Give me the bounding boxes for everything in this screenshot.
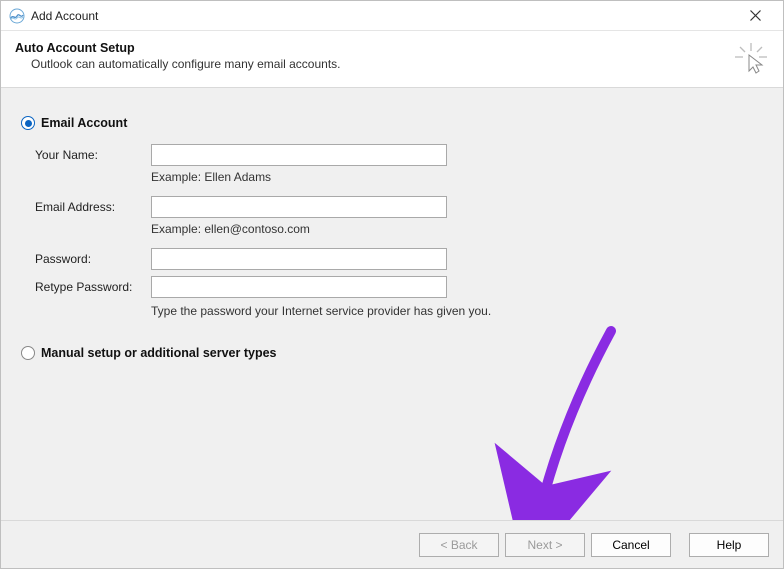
back-button[interactable]: < Back [419, 533, 499, 557]
help-button[interactable]: Help [689, 533, 769, 557]
wizard-header: Auto Account Setup Outlook can automatic… [1, 31, 783, 88]
your-name-example: Example: Ellen Adams [151, 170, 763, 184]
your-name-input[interactable] [151, 144, 447, 166]
wizard-footer: < Back Next > Cancel Help [1, 520, 783, 568]
retype-password-row: Retype Password: [35, 276, 763, 298]
password-hint: Type the password your Internet service … [151, 304, 763, 318]
email-label: Email Address: [35, 200, 151, 214]
radio-manual-setup-label: Manual setup or additional server types [41, 346, 276, 360]
cursor-click-icon [735, 43, 767, 75]
email-account-form: Your Name: Example: Ellen Adams Email Ad… [21, 144, 763, 318]
titlebar: Add Account [1, 1, 783, 31]
email-input[interactable] [151, 196, 447, 218]
retype-password-label: Retype Password: [35, 280, 151, 294]
window-title: Add Account [31, 9, 735, 23]
close-icon [750, 10, 761, 21]
radio-email-account[interactable] [21, 116, 35, 130]
next-button[interactable]: Next > [505, 533, 585, 557]
radio-email-account-label: Email Account [41, 116, 127, 130]
password-row: Password: [35, 248, 763, 270]
cancel-button[interactable]: Cancel [591, 533, 671, 557]
radio-dot-icon [25, 120, 32, 127]
add-account-dialog: Add Account Auto Account Setup Outlook c… [0, 0, 784, 569]
password-input[interactable] [151, 248, 447, 270]
your-name-label: Your Name: [35, 148, 151, 162]
email-example: Example: ellen@contoso.com [151, 222, 763, 236]
retype-password-input[interactable] [151, 276, 447, 298]
close-button[interactable] [735, 2, 775, 30]
your-name-row: Your Name: [35, 144, 763, 166]
header-subtitle: Outlook can automatically configure many… [15, 57, 727, 71]
header-title: Auto Account Setup [15, 41, 727, 55]
password-label: Password: [35, 252, 151, 266]
radio-email-account-row: Email Account [21, 116, 763, 130]
email-row: Email Address: [35, 196, 763, 218]
outlook-icon [9, 8, 25, 24]
radio-manual-setup[interactable] [21, 346, 35, 360]
wizard-content: Email Account Your Name: Example: Ellen … [1, 88, 783, 520]
radio-manual-setup-row: Manual setup or additional server types [21, 346, 763, 360]
